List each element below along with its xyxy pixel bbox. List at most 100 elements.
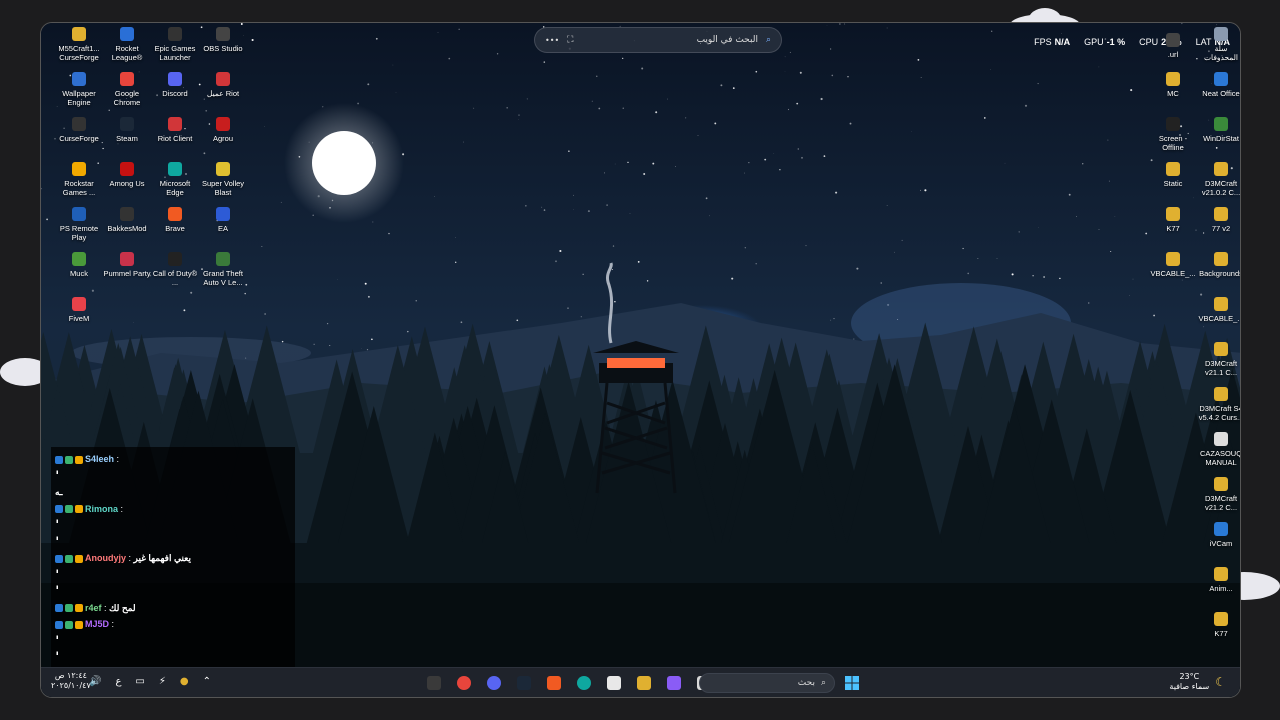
chat-message: ـه	[55, 484, 291, 501]
weather-temp: 23°C	[1179, 672, 1200, 681]
desktop-icon[interactable]: Pummel Party	[103, 252, 151, 278]
desktop-icon[interactable]: Backgrounds	[1197, 252, 1240, 278]
taskbar-app-button[interactable]	[515, 674, 533, 692]
rockstar-icon	[72, 162, 86, 176]
desktop-icon[interactable]: MC	[1149, 72, 1197, 98]
desktop-icon[interactable]: .url	[1149, 33, 1197, 59]
desktop-icon[interactable]: K77	[1197, 612, 1240, 638]
desktop-icon[interactable]: سلة المحذوفات	[1197, 27, 1240, 62]
desktop-icon[interactable]: Riot Client	[151, 117, 199, 143]
desktop-icon[interactable]: CAZASOUQ MANUAL	[1197, 432, 1241, 467]
desktop-icon-label: Rockstar Games ...	[62, 179, 96, 197]
tray-app-icon[interactable]: ●	[180, 676, 189, 687]
desktop-icon[interactable]: 77 v2	[1197, 207, 1240, 233]
desktop-icon-label: PS Remote Play	[59, 224, 99, 242]
chevron-up-icon[interactable]: ⌃	[203, 676, 211, 687]
taskbar-app-button[interactable]	[635, 674, 653, 692]
chrome-icon	[457, 676, 471, 690]
desktop-icon[interactable]: Anim...	[1197, 567, 1240, 593]
clock[interactable]: ١٢:٤٤ ص ٢٠٢٥/١٠/٤٧	[51, 671, 91, 691]
desktop-icon[interactable]: Rocket League®	[103, 27, 151, 62]
desktop-icon-label: Among Us	[109, 179, 145, 188]
desktop-icon[interactable]: Grand Theft Auto V Le...	[199, 252, 247, 287]
desktop-icon[interactable]: iVCam	[1197, 522, 1240, 548]
desktop-icon[interactable]: Screen - Offline	[1149, 117, 1197, 152]
language-indicator[interactable]: ع	[115, 676, 121, 687]
taskbar-app-button[interactable]	[455, 674, 473, 692]
desktop-icon[interactable]: Static	[1149, 162, 1197, 188]
desktop-icon[interactable]: PS Remote Play	[55, 207, 103, 242]
taskbar-app-button[interactable]	[545, 674, 563, 692]
web-search-bar[interactable]: ••• ⛶ البحث في الويب ⌕	[534, 27, 782, 53]
desktop-icon[interactable]: WinDirStat	[1197, 117, 1240, 143]
desktop-icon[interactable]: Discord	[151, 72, 199, 98]
display-icon[interactable]: ▭	[135, 676, 144, 687]
agrou-icon	[216, 117, 230, 131]
more-icon[interactable]: •••	[545, 36, 559, 45]
desktop-icon[interactable]: Wallpaper Engine	[55, 72, 103, 107]
chat-message: Rimona :	[55, 501, 291, 518]
chat-separator: :	[118, 503, 124, 514]
chat-message: ٰٰٰٰٰٰٰٰٰٰٰٰٰٰٰٰٰٰٰٰٰٰٰٰٰٰٰٰٰٰٰٰٰٰٰٰٰٰٰٰ…	[55, 633, 291, 650]
desktop-icon[interactable]: OBS Studio	[199, 27, 247, 53]
weather-widget[interactable]: 23°C سماء صافية ☾	[1169, 672, 1226, 692]
desktop-icon-label: iVCam	[1209, 539, 1233, 548]
desktop-icon[interactable]: Google Chrome	[103, 72, 151, 107]
chat-message: ٰٰٰٰٰٰٰٰٰٰٰٰٰٰٰٰٰٰٰٰٰٰٰٰٰٰٰٰٰٰٰ	[55, 534, 291, 551]
desktop-icon[interactable]: VBCABLE_...	[1197, 297, 1240, 323]
desktop-icon[interactable]: EA	[199, 207, 247, 233]
desktop-icon[interactable]: D3MCraft v21.0.2 C...	[1197, 162, 1240, 197]
visual-search-icon[interactable]: ⛶	[567, 35, 573, 45]
desktop-icon-label: Pummel Party	[103, 269, 151, 278]
chat-badge-icon	[55, 620, 63, 629]
folder-icon	[1214, 162, 1228, 176]
desktop-icon[interactable]: D3MCraft v21.2 C...	[1197, 477, 1240, 512]
chat-text: ـه	[55, 487, 63, 497]
chat-badge-icon	[55, 505, 63, 514]
chat-badge-icon	[65, 620, 73, 629]
desktop-icon[interactable]: D3MCraft v21.1 C...	[1197, 342, 1240, 377]
discord-icon	[487, 676, 501, 690]
perf-gpu: GPU -1 %	[1084, 37, 1125, 47]
volume-icon[interactable]: 🔊	[89, 676, 101, 687]
network-icon[interactable]: ⚡	[159, 676, 166, 687]
start-button[interactable]	[843, 674, 861, 692]
desktop-icon-label: Riot Client	[157, 134, 193, 143]
obs-icon	[216, 27, 230, 41]
desktop-icon[interactable]: Neat Office	[1197, 72, 1240, 98]
muck-icon	[72, 252, 86, 266]
chat-separator: :	[109, 619, 115, 629]
taskbar-app-button[interactable]	[665, 674, 683, 692]
desktop-icon[interactable]: Super Volley Blast	[199, 162, 247, 197]
desktop-icon-label: K77	[1214, 629, 1228, 638]
desktop-icon[interactable]: CurseForge	[55, 117, 103, 143]
desktop-icon[interactable]: Microsoft Edge	[151, 162, 199, 197]
desktop-icon[interactable]: Steam	[103, 117, 151, 143]
desktop-icon[interactable]: Brave	[151, 207, 199, 233]
desktop-icon[interactable]: عميل Riot	[199, 72, 247, 98]
desktop-icon-label: CAZASOUQ MANUAL	[1199, 449, 1241, 467]
taskbar-app-button[interactable]	[575, 674, 593, 692]
desktop-icon[interactable]: Muck	[55, 252, 103, 278]
desktop-icon[interactable]: Agrou	[199, 117, 247, 143]
desktop-icon[interactable]: VBCABLE_...	[1149, 252, 1197, 278]
desktop-icon[interactable]: K77	[1149, 207, 1197, 233]
desktop-icon-label: Neat Office	[1202, 89, 1240, 98]
desktop-icon[interactable]: Rockstar Games ...	[55, 162, 103, 197]
chat-message: S4leeh :	[55, 451, 291, 468]
desktop-icon-label: 77 v2	[1211, 224, 1231, 233]
desktop-icon[interactable]: M55Craft1... CurseForge	[55, 27, 103, 62]
desktop-icon[interactable]: D3MCraft S4 v5.4.2 Curs...	[1197, 387, 1240, 422]
desktop-icon[interactable]: Epic Games Launcher	[151, 27, 199, 62]
search-icon: ⌕	[820, 678, 826, 688]
taskbar-app-button[interactable]	[485, 674, 503, 692]
desktop-icon[interactable]: BakkesMod	[103, 207, 151, 233]
chat-message: r4ef : لمح لك	[55, 600, 291, 617]
taskbar-app-button[interactable]	[605, 674, 623, 692]
desktop-icon[interactable]: FiveM	[55, 297, 103, 323]
taskbar-search[interactable]: بحث ⌕	[699, 673, 835, 693]
chat-badge-icon	[75, 604, 83, 613]
taskbar-app-button[interactable]	[425, 674, 443, 692]
desktop-icon[interactable]: Call of Duty® ...	[151, 252, 199, 287]
desktop-icon[interactable]: Among Us	[103, 162, 151, 188]
